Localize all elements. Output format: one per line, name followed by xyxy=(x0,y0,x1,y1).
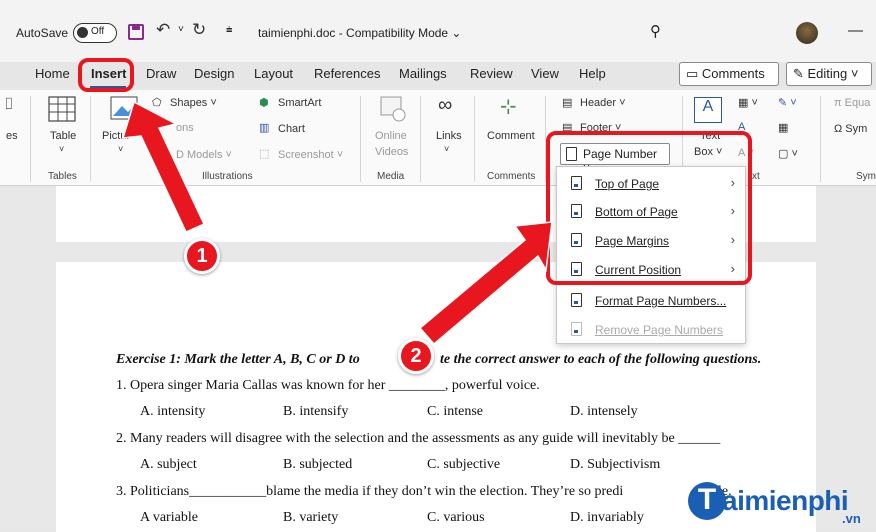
watermark-logo: T xyxy=(688,482,726,520)
step-badge-1: 1 xyxy=(184,238,220,274)
step-badge-2: 2 xyxy=(398,338,434,374)
annotation-arrows xyxy=(121,100,553,346)
arrow-to-insert-tab xyxy=(121,100,206,233)
watermark-brand: aimienphi xyxy=(722,485,849,516)
watermark-tld: .vn xyxy=(842,511,861,526)
arrow-to-page-number-menu xyxy=(418,221,553,346)
